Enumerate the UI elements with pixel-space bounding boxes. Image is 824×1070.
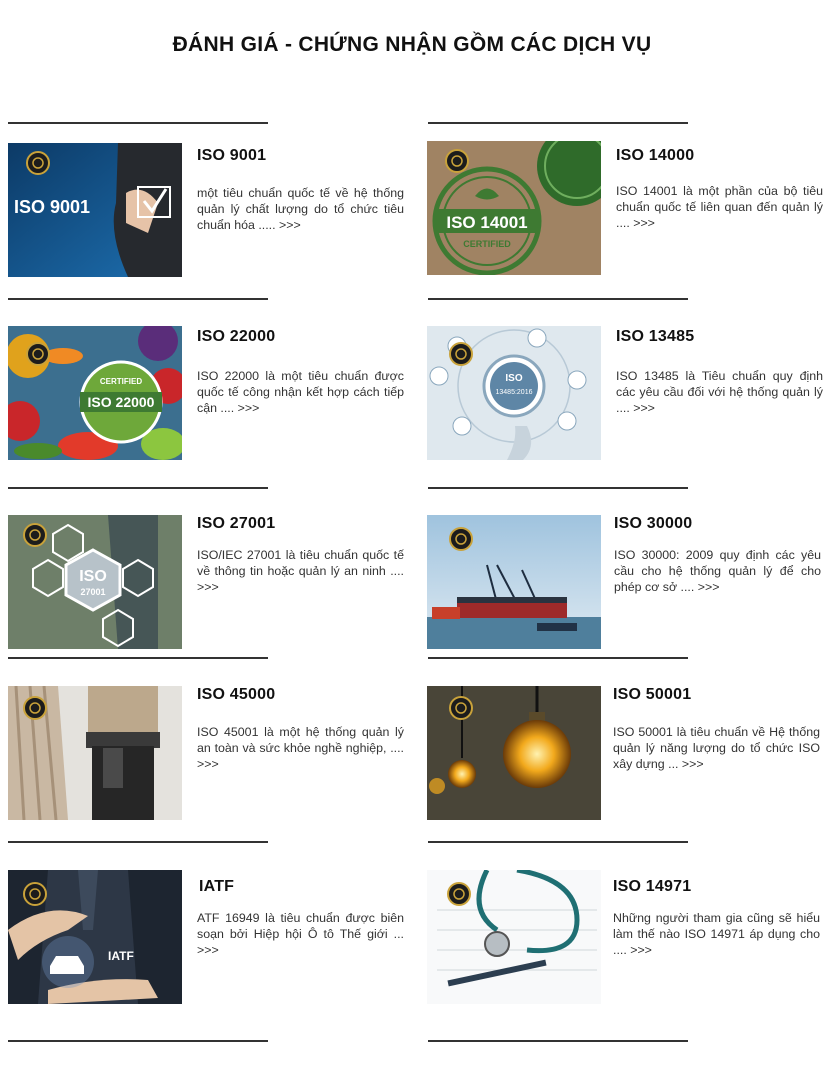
service-card-iso-14000[interactable]: ISO 14001 CERTIFIED ISO 14000 ISO 14001 …: [427, 141, 824, 281]
service-image[interactable]: ISO 22000 CERTIFIED: [8, 326, 182, 460]
service-image[interactable]: [8, 686, 182, 820]
image-subcaption: CERTIFIED: [100, 377, 142, 386]
company-logo: [23, 523, 47, 547]
iso-13485-image: ISO 13485:2016: [427, 326, 601, 460]
service-image[interactable]: IATF: [8, 870, 182, 1004]
image-caption: ISO 22000: [88, 394, 155, 410]
service-description: ISO 30000: 2009 quy định các yêu cầu cho…: [614, 548, 821, 594]
company-logo: [449, 696, 473, 720]
service-title[interactable]: ISO 22000: [197, 328, 275, 346]
service-description: ISO/IEC 27001 là tiêu chuẩn quốc tế về t…: [197, 548, 404, 594]
service-description: ISO 13485 là Tiêu chuẩn quy định các yêu…: [616, 369, 823, 415]
iso-14001-image: ISO 14001 CERTIFIED: [427, 141, 601, 275]
service-card-iso-9001[interactable]: ISO 9001 ISO 9001 một tiêu chuẩn quốc tế…: [8, 143, 408, 283]
service-title[interactable]: ISO 13485: [616, 328, 694, 346]
service-image[interactable]: [427, 870, 601, 1004]
service-title[interactable]: ISO 14971: [613, 878, 691, 896]
divider: [428, 298, 688, 300]
divider: [8, 487, 268, 489]
service-image[interactable]: ISO 9001: [8, 143, 182, 277]
service-card-iso-45000[interactable]: ISO 45000 ISO 45001 là một hệ thống quản…: [8, 686, 408, 826]
divider: [428, 487, 688, 489]
divider: [8, 657, 268, 659]
service-card-iso-30000[interactable]: ISO 30000 ISO 30000: 2009 quy định các y…: [427, 515, 824, 655]
service-title[interactable]: ISO 14000: [616, 147, 694, 165]
service-card-iso-14971[interactable]: ISO 14971 Những người tham gia cũng sẽ h…: [427, 870, 824, 1010]
image-caption: IATF: [108, 949, 134, 963]
page-title: ĐÁNH GIÁ - CHỨNG NHẬN GỒM CÁC DỊCH VỤ: [172, 33, 652, 56]
service-description: Những người tham gia cũng sẽ hiểu làm th…: [613, 911, 820, 957]
iso-27001-image: ISO 27001: [8, 515, 182, 649]
image-caption: ISO 14001: [446, 213, 527, 232]
company-logo: [449, 342, 473, 366]
divider: [8, 298, 268, 300]
iso-9001-image: ISO 9001: [8, 143, 182, 277]
service-description: một tiêu chuẩn quốc tế về hệ thống quản …: [197, 186, 404, 232]
image-caption: ISO: [505, 373, 522, 384]
image-subcaption: 13485:2016: [496, 389, 533, 396]
service-title[interactable]: ISO 27001: [197, 515, 275, 533]
service-card-iso-22000[interactable]: ISO 22000 CERTIFIED ISO 22000 ISO 22000 …: [8, 326, 408, 466]
service-title[interactable]: IATF: [199, 878, 234, 896]
divider: [8, 1040, 268, 1042]
image-caption: ISO 9001: [14, 197, 90, 217]
divider: [428, 841, 688, 843]
service-image[interactable]: ISO 14001 CERTIFIED: [427, 141, 601, 275]
company-logo: [449, 527, 473, 551]
iso-22000-image: ISO 22000 CERTIFIED: [8, 326, 182, 460]
divider: [8, 841, 268, 843]
service-card-iatf[interactable]: IATF IATF ATF 16949 là tiêu chuẩn được b…: [8, 870, 408, 1010]
divider: [428, 122, 688, 124]
company-logo: [23, 882, 47, 906]
image-subcaption: 27001: [80, 587, 105, 597]
iso-50001-image: [427, 686, 601, 820]
service-description: ISO 14001 là một phần của bộ tiêu chuẩn …: [616, 184, 823, 230]
service-title[interactable]: ISO 30000: [614, 515, 692, 533]
service-description: ISO 50001 là tiêu chuẩn về Hệ thống quản…: [613, 725, 820, 771]
service-image[interactable]: ISO 27001: [8, 515, 182, 649]
divider: [428, 657, 688, 659]
service-card-iso-27001[interactable]: ISO 27001 ISO 27001 ISO/IEC 27001 là tiê…: [8, 515, 408, 655]
service-title[interactable]: ISO 50001: [613, 686, 691, 704]
iso-45000-image: [8, 686, 182, 820]
image-caption: ISO: [79, 568, 107, 585]
iso-30000-image: [427, 515, 601, 649]
divider: [8, 122, 268, 124]
company-logo: [445, 149, 469, 173]
divider: [428, 1040, 688, 1042]
service-card-iso-13485[interactable]: ISO 13485:2016 ISO 13485 ISO 13485 là Ti…: [427, 326, 824, 466]
company-logo: [23, 696, 47, 720]
company-logo: [26, 342, 50, 366]
service-description: ISO 45001 là một hệ thống quản lý an toà…: [197, 725, 404, 771]
iso-14971-image: [427, 870, 601, 1004]
service-image[interactable]: [427, 686, 601, 820]
service-description: ATF 16949 là tiêu chuẩn được biên soạn b…: [197, 911, 404, 957]
company-logo: [447, 882, 471, 906]
service-image[interactable]: [427, 515, 601, 649]
image-subcaption: CERTIFIED: [463, 239, 511, 249]
company-logo: [26, 151, 50, 175]
service-description: ISO 22000 là một tiêu chuẩn được quốc tế…: [197, 369, 404, 415]
iatf-image: IATF: [8, 870, 182, 1004]
service-title[interactable]: ISO 45000: [197, 686, 275, 704]
service-image[interactable]: ISO 13485:2016: [427, 326, 601, 460]
service-title[interactable]: ISO 9001: [197, 147, 266, 165]
service-card-iso-50001[interactable]: ISO 50001 ISO 50001 là tiêu chuẩn về Hệ …: [427, 686, 824, 826]
